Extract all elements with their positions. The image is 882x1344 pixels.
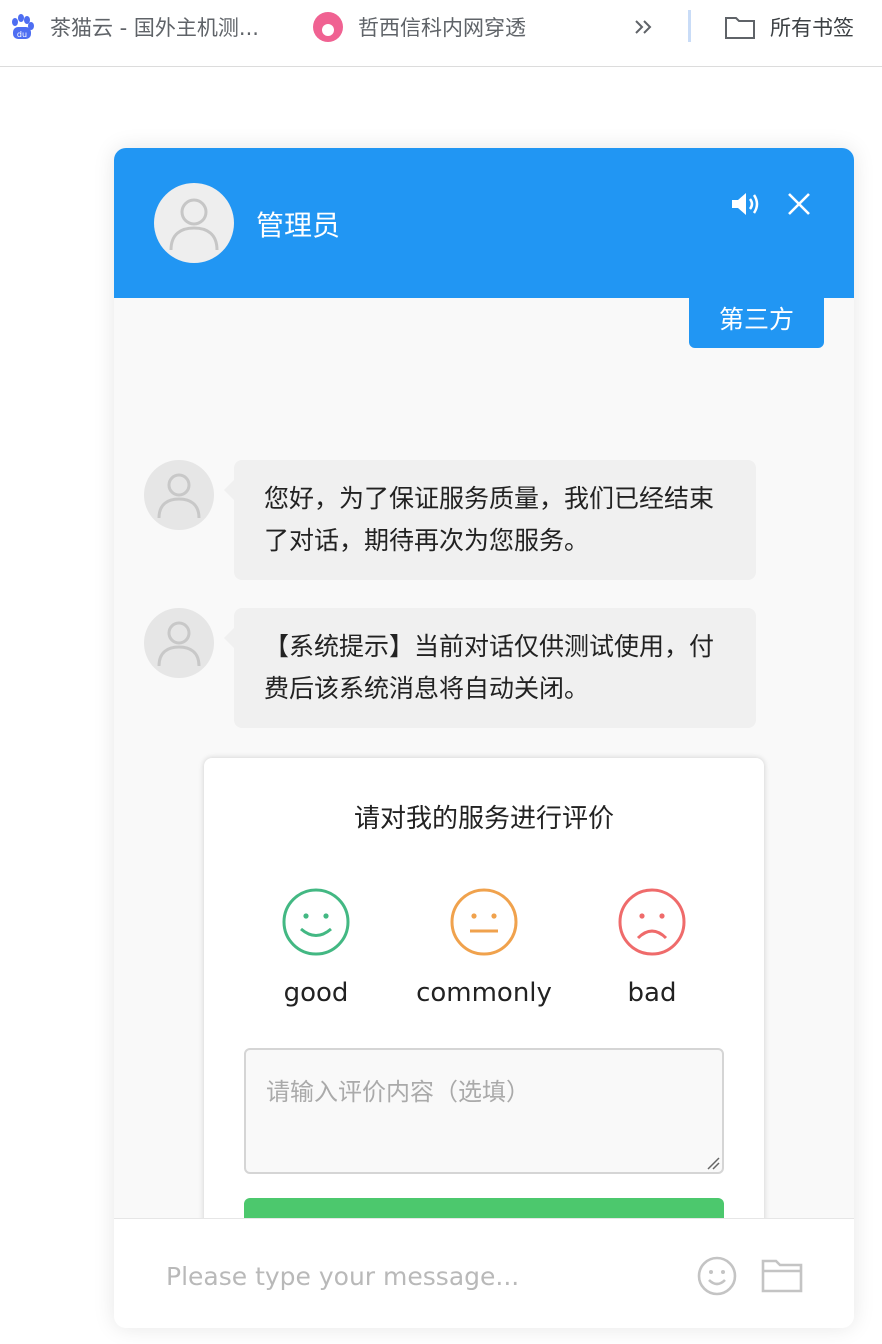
double-chevron-right-icon[interactable] bbox=[632, 12, 656, 42]
rating-comment-input[interactable] bbox=[244, 1048, 724, 1174]
close-button[interactable] bbox=[782, 188, 816, 220]
svg-text:du: du bbox=[17, 30, 27, 39]
message-bubble: 【系统提示】当前对话仅供测试使用，付费后该系统消息将自动关闭。 bbox=[224, 608, 756, 728]
user-avatar-icon bbox=[157, 621, 201, 667]
agent-avatar-small bbox=[144, 608, 214, 678]
agent-avatar-small bbox=[144, 460, 214, 530]
all-bookmarks-label: 所有书签 bbox=[770, 16, 854, 40]
message-input[interactable] bbox=[164, 1255, 688, 1297]
agent-name: 管理员 bbox=[256, 209, 341, 242]
rating-bad-button[interactable] bbox=[616, 886, 688, 958]
rating-title: 请对我的服务进行评价 bbox=[353, 804, 614, 834]
emoji-button[interactable] bbox=[696, 1255, 738, 1297]
attach-file-button[interactable] bbox=[760, 1255, 804, 1295]
bookmarks-bar: du 茶猫云 - 国外主机测... 哲西信科内网穿透 所有书签 bbox=[0, 0, 882, 67]
folder-icon bbox=[761, 1259, 803, 1293]
baidu-paw-icon: du bbox=[8, 13, 36, 41]
folder-icon bbox=[724, 14, 756, 40]
emoji-icon bbox=[697, 1256, 737, 1296]
message-list[interactable]: 第三方 Session ended by system... 您好，为了保证服务… bbox=[114, 298, 854, 1218]
sad-face-icon bbox=[618, 888, 686, 956]
rating-good-label[interactable]: good bbox=[226, 978, 406, 1008]
bookmark-label: 茶猫云 - 国外主机测... bbox=[50, 16, 259, 40]
resize-grip-icon[interactable] bbox=[706, 1156, 720, 1170]
rating-card: 请对我的服务进行评价 good commonly bad 请输入评价内容（选填） bbox=[204, 758, 764, 1218]
bookmark-label: 哲西信科内网穿透 bbox=[358, 16, 526, 40]
smile-face-icon bbox=[282, 888, 350, 956]
user-avatar-icon bbox=[169, 198, 219, 251]
chat-header: 管理员 bbox=[114, 148, 854, 298]
rating-bad-label[interactable]: bad bbox=[562, 978, 742, 1008]
speaker-icon bbox=[732, 193, 759, 215]
neutral-face-icon bbox=[450, 888, 518, 956]
close-icon bbox=[788, 193, 810, 215]
message-input-bar bbox=[114, 1218, 854, 1328]
chat-window: 管理员 第三方 Session ended by system... bbox=[114, 148, 854, 1328]
user-avatar-icon bbox=[157, 473, 201, 519]
agent-avatar bbox=[154, 183, 234, 263]
rating-commonly-label[interactable]: commonly bbox=[394, 978, 574, 1008]
bookmark-divider bbox=[688, 10, 691, 42]
rating-commonly-button[interactable] bbox=[448, 886, 520, 958]
sent-message-bubble: 第三方 bbox=[688, 298, 824, 348]
all-bookmarks-button[interactable]: 所有书签 bbox=[724, 12, 854, 42]
message-bubble: 您好，为了保证服务质量，我们已经结束了对话，期待再次为您服务。 bbox=[224, 460, 756, 580]
bookmark-item-zhexi[interactable]: 哲西信科内网穿透 bbox=[312, 12, 526, 42]
rating-submit-button[interactable] bbox=[244, 1198, 724, 1218]
pink-circle-icon bbox=[312, 11, 344, 43]
bookmark-item-chamaoyun[interactable]: du 茶猫云 - 国外主机测... bbox=[8, 12, 259, 42]
rating-good-button[interactable] bbox=[280, 886, 352, 958]
sound-toggle-button[interactable] bbox=[726, 188, 766, 220]
